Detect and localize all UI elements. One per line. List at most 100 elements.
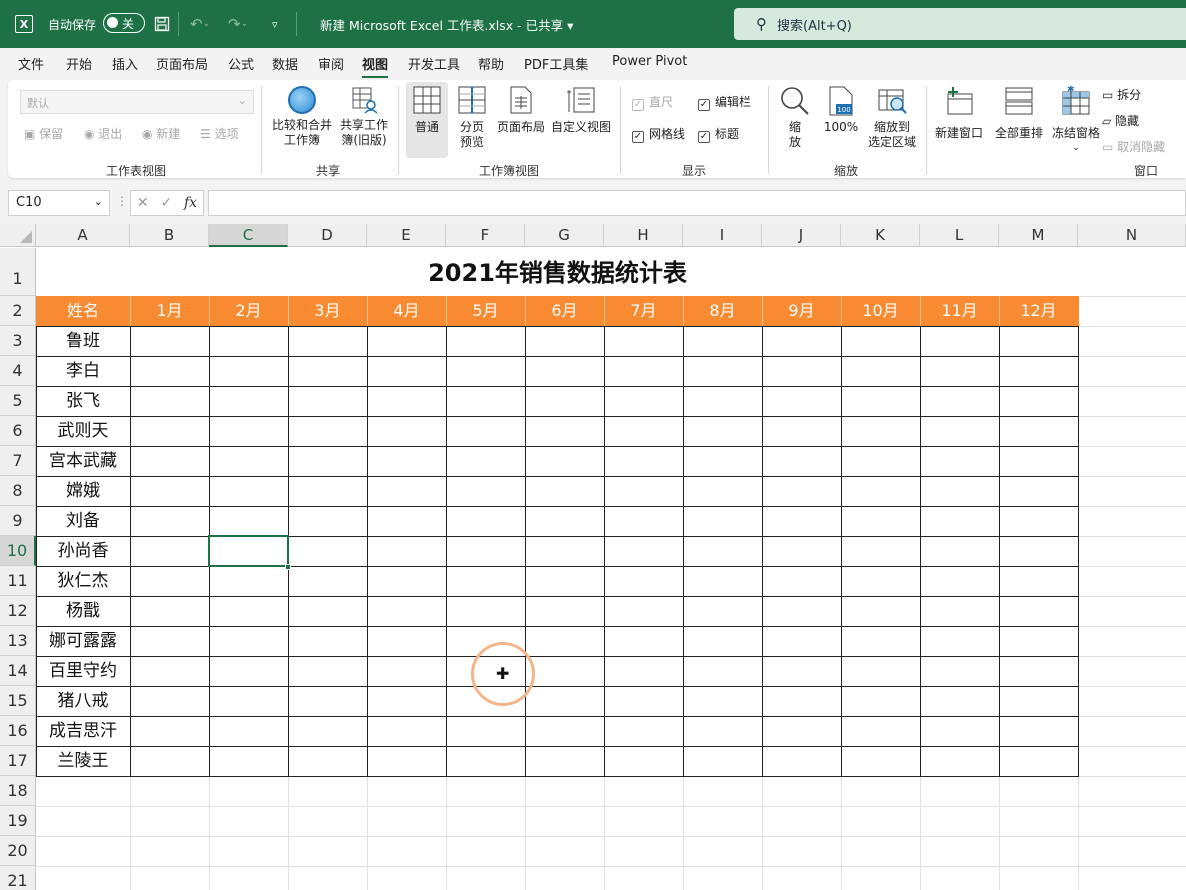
ruler-checkbox[interactable]: ✓ 直尺 bbox=[632, 95, 673, 111]
column-header-h[interactable]: H bbox=[604, 224, 683, 247]
column-header-g[interactable]: G bbox=[525, 224, 604, 247]
column-header-a[interactable]: A bbox=[36, 224, 130, 247]
row-header-6[interactable]: 6 bbox=[0, 416, 36, 446]
header-cell[interactable]: 4月 bbox=[367, 296, 446, 326]
name-cell[interactable]: 百里守约 bbox=[36, 656, 130, 686]
arrange-all-button[interactable]: 全部重排 bbox=[990, 86, 1048, 141]
column-header-e[interactable]: E bbox=[367, 224, 446, 247]
name-cell[interactable]: 张飞 bbox=[36, 386, 130, 416]
column-header-i[interactable]: I bbox=[683, 224, 762, 247]
split-button[interactable]: ▭ 拆分 bbox=[1102, 88, 1141, 103]
formula-input[interactable] bbox=[208, 190, 1186, 216]
tab-file[interactable]: 文件 bbox=[18, 54, 44, 73]
name-box[interactable]: C10 ⌄ bbox=[8, 190, 110, 216]
row-header-11[interactable]: 11 bbox=[0, 566, 36, 596]
cancel-icon[interactable]: ✕ bbox=[137, 195, 149, 211]
row-header-3[interactable]: 3 bbox=[0, 326, 36, 356]
autosave-toggle[interactable]: 关 bbox=[103, 13, 145, 33]
name-cell[interactable]: 武则天 bbox=[36, 416, 130, 446]
search-box[interactable]: ⚲ 搜索(Alt+Q) bbox=[734, 8, 1186, 40]
name-cell[interactable]: 猪八戒 bbox=[36, 686, 130, 716]
save-icon[interactable] bbox=[154, 0, 170, 48]
column-header-l[interactable]: L bbox=[920, 224, 999, 247]
name-cell[interactable]: 刘备 bbox=[36, 506, 130, 536]
header-cell[interactable]: 1月 bbox=[130, 296, 209, 326]
exit-view-button[interactable]: ◉ 退出 bbox=[84, 127, 122, 142]
row-header-20[interactable]: 20 bbox=[0, 836, 36, 866]
row-header-14[interactable]: 14 bbox=[0, 656, 36, 686]
header-cell[interactable]: 9月 bbox=[762, 296, 841, 326]
row-header-5[interactable]: 5 bbox=[0, 386, 36, 416]
column-header-j[interactable]: J bbox=[762, 224, 841, 247]
hide-button[interactable]: ▱ 隐藏 bbox=[1102, 114, 1139, 129]
tab-view[interactable]: 视图 bbox=[362, 54, 389, 79]
name-cell[interactable]: 孙尚香 bbox=[36, 536, 130, 566]
header-cell[interactable]: 8月 bbox=[683, 296, 762, 326]
normal-view-button[interactable]: 普通 bbox=[406, 86, 448, 135]
sheet-title[interactable]: 2021年销售数据统计表 bbox=[36, 248, 1079, 296]
row-header-7[interactable]: 7 bbox=[0, 446, 36, 476]
row-header-15[interactable]: 15 bbox=[0, 686, 36, 716]
selected-cell[interactable] bbox=[208, 535, 289, 567]
redo-icon[interactable]: ↷ ⌄ bbox=[228, 0, 248, 48]
row-header-1[interactable]: 1 bbox=[0, 248, 36, 296]
page-layout-button[interactable]: 页面布局 bbox=[494, 86, 548, 135]
row-header-12[interactable]: 12 bbox=[0, 596, 36, 626]
column-header-m[interactable]: M bbox=[999, 224, 1078, 247]
row-header-13[interactable]: 13 bbox=[0, 626, 36, 656]
header-cell[interactable]: 7月 bbox=[604, 296, 683, 326]
insert-function-icon[interactable]: fx bbox=[184, 195, 197, 211]
column-header-d[interactable]: D bbox=[288, 224, 367, 247]
tab-formulas[interactable]: 公式 bbox=[228, 54, 254, 73]
fill-handle[interactable] bbox=[285, 564, 291, 570]
column-header-k[interactable]: K bbox=[841, 224, 920, 247]
unhide-button[interactable]: ▭ 取消隐藏 bbox=[1102, 140, 1165, 155]
row-header-18[interactable]: 18 bbox=[0, 776, 36, 806]
row-header-17[interactable]: 17 bbox=[0, 746, 36, 776]
new-view-button[interactable]: ◉ 新建 bbox=[142, 127, 180, 142]
name-cell[interactable]: 成吉思汗 bbox=[36, 716, 130, 746]
name-cell[interactable]: 杨戬 bbox=[36, 596, 130, 626]
row-header-9[interactable]: 9 bbox=[0, 506, 36, 536]
confirm-icon[interactable]: ✓ bbox=[160, 195, 172, 211]
tab-home[interactable]: 开始 bbox=[66, 54, 92, 73]
row-header-16[interactable]: 16 bbox=[0, 716, 36, 746]
tab-insert[interactable]: 插入 bbox=[112, 54, 138, 73]
column-header-f[interactable]: F bbox=[446, 224, 525, 247]
header-cell[interactable]: 姓名 bbox=[36, 296, 130, 326]
document-title[interactable]: 新建 Microsoft Excel 工作表.xlsx - 已共享 ▾ bbox=[320, 0, 573, 48]
tab-pdf-tools[interactable]: PDF工具集 bbox=[524, 54, 588, 73]
column-header-b[interactable]: B bbox=[130, 224, 209, 247]
header-cell[interactable]: 11月 bbox=[920, 296, 999, 326]
tab-review[interactable]: 审阅 bbox=[318, 54, 344, 73]
row-header-8[interactable]: 8 bbox=[0, 476, 36, 506]
tab-data[interactable]: 数据 bbox=[272, 54, 298, 73]
header-cell[interactable]: 5月 bbox=[446, 296, 525, 326]
header-cell[interactable]: 2月 bbox=[209, 296, 288, 326]
row-header-21[interactable]: 21 bbox=[0, 866, 36, 890]
name-cell[interactable]: 娜可露露 bbox=[36, 626, 130, 656]
tab-power-pivot[interactable]: Power Pivot bbox=[612, 54, 687, 69]
zoom-button[interactable]: 缩 放 bbox=[778, 86, 812, 150]
zoom-to-selection-button[interactable]: 缩放到 选定区域 bbox=[864, 86, 920, 150]
row-header-19[interactable]: 19 bbox=[0, 806, 36, 836]
header-cell[interactable]: 3月 bbox=[288, 296, 367, 326]
column-header-c[interactable]: C bbox=[209, 224, 288, 247]
select-all-corner[interactable] bbox=[0, 224, 36, 247]
custom-view-button[interactable]: 自定义视图 bbox=[550, 86, 612, 135]
new-window-button[interactable]: 新建窗口 bbox=[932, 86, 986, 141]
name-cell[interactable]: 狄仁杰 bbox=[36, 566, 130, 596]
customize-toolbar-icon[interactable]: ▿ bbox=[272, 0, 278, 48]
headings-checkbox[interactable]: ✓ 标题 bbox=[698, 127, 739, 143]
tab-page-layout[interactable]: 页面布局 bbox=[156, 54, 208, 73]
tab-developer[interactable]: 开发工具 bbox=[408, 54, 460, 73]
column-header-n[interactable]: N bbox=[1078, 224, 1186, 247]
row-header-10[interactable]: 10 bbox=[0, 536, 36, 566]
row-header-4[interactable]: 4 bbox=[0, 356, 36, 386]
freeze-panes-button[interactable]: ✱ 冻结窗格 ⌄ bbox=[1048, 85, 1104, 156]
row-header-2[interactable]: 2 bbox=[0, 296, 36, 326]
gridlines-checkbox[interactable]: ✓ 网格线 bbox=[632, 127, 685, 143]
share-workbook-button[interactable]: 共享工作 簿(旧版) bbox=[336, 86, 392, 148]
name-cell[interactable]: 李白 bbox=[36, 356, 130, 386]
worksheet-grid[interactable]: A B C D E F G H I J K L M N 1 2 3 4 5 6 7 8 9 10 11 12 13 14 15 16 17 1… bbox=[0, 224, 1186, 890]
